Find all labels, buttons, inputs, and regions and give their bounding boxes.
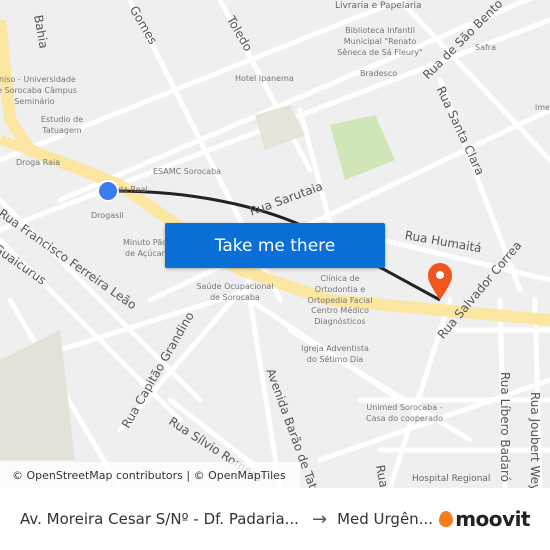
poi-label: Unimed Sorocaba - Casa do cooperado xyxy=(366,403,443,423)
poi-label: Drogasil xyxy=(91,211,124,220)
poi-label: ESAMC Sorocaba xyxy=(153,167,222,176)
poi-label: Droga Raia xyxy=(16,158,61,167)
street-label: Rua Líbero Badaró xyxy=(498,372,512,482)
poi-label: Centro Médico Diagnósticos xyxy=(311,306,369,326)
destination-name: Med Urgên... xyxy=(337,510,433,528)
poi-label: Saúde Ocupacional de Sorocaba xyxy=(196,282,274,302)
poi-label: Clínica de Ortodontia e Ortopedia Facial xyxy=(307,274,373,305)
poi-label: Hospital Regional xyxy=(410,474,493,485)
poi-label: ime xyxy=(535,103,550,112)
origin-marker xyxy=(97,180,119,202)
take-me-there-button[interactable]: Take me there xyxy=(165,223,385,268)
poi-label: Safra xyxy=(475,43,496,52)
street-label: Rua Joubert Wey xyxy=(528,392,542,488)
moovit-wordmark: moovit xyxy=(455,507,530,531)
poi-label: Estudio de Tatuagem xyxy=(40,115,84,135)
poi-label: Igreja Adventista do Sétimo Dia xyxy=(301,344,369,364)
moovit-logo[interactable]: moovit xyxy=(439,507,530,531)
poi-label: Livraria e Papelaria xyxy=(335,1,422,11)
poi-label: da Real xyxy=(118,185,148,194)
map-attribution[interactable]: © OpenStreetMap contributors | © OpenMap… xyxy=(0,462,300,488)
poi-label: Bradesco xyxy=(360,69,398,78)
poi-label: Hotel Ipanema xyxy=(235,74,294,83)
map[interactable]: Rua Sarutaia Rua Humaitá Rua Francisco F… xyxy=(0,0,550,488)
poi-label: Minuto Pão de Açúcar xyxy=(122,238,168,258)
footer: Av. Moreira Cesar S/Nº - Df. Padaria... … xyxy=(0,488,550,550)
poi-label: Uniso - Universidade de Sorocaba Câmpus … xyxy=(0,75,77,106)
poi-label: Biblioteca Infantil Municipal "Renato Sê… xyxy=(337,26,423,57)
origin-name: Av. Moreira Cesar S/Nº - Df. Padaria... xyxy=(20,510,299,528)
arrow-right-icon: → xyxy=(312,508,328,530)
moovit-pin-icon xyxy=(439,511,454,527)
